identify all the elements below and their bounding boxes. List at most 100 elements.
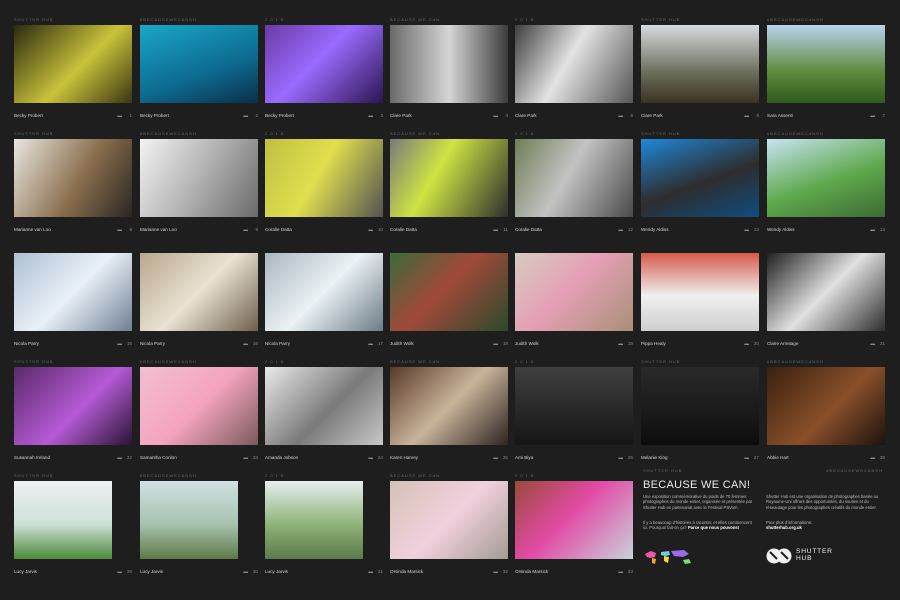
world-map-icon [645,550,691,564]
photo-card: #BECAUSEWECANSH Lucy Jarvis ▬ 30 [140,471,258,579]
photo-card-header-text: SHUTTER HUB [641,359,681,364]
photo-card-header: BECAUSE WE CAN [390,471,508,479]
photo-card-header: BECAUSE WE CAN [390,357,508,365]
photographer-name: Clare Park [390,113,412,118]
photo-card: Claire Armitage ▬ 21 [767,243,885,351]
photo-card-header: #BECAUSEWECANSH [767,129,885,137]
photo-image [390,481,508,559]
logo-line-1: SHUTTER [796,548,833,555]
photo-caption: Ami Biya ▬ 26 [515,455,633,463]
photo-card: 2 0 1 8 Orsinda Marsick ▬ 33 [515,471,633,579]
photo-card-header [140,243,258,251]
photographer-name: Abbie Hart [767,455,789,460]
photo-card-header: #BECAUSEWECANSH [140,15,258,23]
photo-image [641,253,759,331]
arrow-right-icon: ▬ [618,341,623,346]
arrow-right-icon: ▬ [618,227,623,232]
photo-caption: Becky Probert ▬ 1 [14,113,132,121]
photo-caption: Wendy Aldiss ▬ 13 [641,227,759,235]
photo-card-header: #BECAUSEWECANSH [767,357,885,365]
photo-image [641,139,759,217]
photo-caption: Nicola Parry ▬ 15 [14,341,132,349]
photo-card: #BECAUSEWECANSH Marianne van Loo ▬ 9 [140,129,258,237]
photo-card: Pippa Healy ▬ 20 [641,243,759,351]
photo-card-header: 2 0 1 8 [265,471,383,479]
photo-image [515,367,633,445]
photo-card-header: SHUTTER HUB [14,15,132,23]
photo-number: 21 [879,341,885,346]
photo-card: Nicola Parry ▬ 15 [14,243,132,351]
photo-number: 20 [753,341,759,346]
arrow-right-icon: ▬ [368,569,373,574]
photographer-name: Marianne van Loo [14,227,51,232]
photographer-name: Nicola Parry [14,341,40,346]
photo-image [515,139,633,217]
photo-card-header-text: 2 0 1 8 [265,359,285,364]
photo-card: Nicola Parry ▬ 16 [140,243,258,351]
photo-card-header: #BECAUSEWECANSH [140,357,258,365]
photo-card-header: 2 0 1 8 [515,471,633,479]
photo-image [767,25,885,103]
photo-card-header-text: 2 0 1 8 [515,359,535,364]
photo-card-header: SHUTTER HUB [641,15,759,23]
photographer-name: Lucy Jarvis [14,569,37,574]
photo-caption: Coralie Datta ▬ 12 [515,227,633,235]
photo-card: SHUTTER HUB Marianne van Loo ▬ 8 [14,129,132,237]
photographer-name: Nicola Parry [265,341,291,346]
photo-caption: Orsinda Marsick ▬ 33 [515,569,633,577]
photo-number: 24 [377,455,383,460]
photo-caption: Becky Probert ▬ 2 [140,113,258,121]
photo-number: 30 [252,569,258,574]
photo-caption: Nicola Parry ▬ 16 [140,341,258,349]
photo-card-header: BECAUSE WE CAN [390,129,508,137]
photo-caption: Samantha Conlon ▬ 23 [140,455,258,463]
info-paragraph-4-text: Pour plus d'informations: [766,520,812,525]
photo-number: 16 [252,341,258,346]
photo-card: 2 0 1 8 Lucy Jarvis ▬ 31 [265,471,383,579]
photo-card-header-text: BECAUSE WE CAN [390,473,441,478]
photo-image [14,481,112,559]
photo-card-header: SHUTTER HUB [14,357,132,365]
photo-image [140,253,258,331]
photo-number: 8 [129,227,132,232]
photo-card: 2 0 1 8 Becky Probert ▬ 3 [265,15,383,123]
photo-number: 28 [879,455,885,460]
photo-number: 11 [503,227,508,232]
photo-image [140,139,258,217]
photo-caption: Coralie Datta ▬ 10 [265,227,383,235]
photo-card: Judith Wolk ▬ 18 [390,243,508,351]
photo-card-header [767,243,885,251]
photographer-name: Judith Wolk [515,341,539,346]
photo-caption: Marianne van Loo ▬ 9 [140,227,258,235]
photo-card-header: 2 0 1 8 [515,129,633,137]
photo-number: 31 [377,569,383,574]
photo-number: 23 [252,455,258,460]
photo-caption: Amanda Jobson ▬ 24 [265,455,383,463]
photographer-name: Orsinda Marsick [390,569,424,574]
photo-card-header: 2 0 1 8 [265,129,383,137]
photo-image [265,253,383,331]
photographer-name: Lucy Jarvis [140,569,163,574]
photographer-name: Coralie Datta [390,227,417,232]
photo-card: Judith Wolk ▬ 19 [515,243,633,351]
photo-card-header: SHUTTER HUB [14,471,132,479]
photo-image [14,25,132,103]
photo-card: SHUTTER HUB Clare Park ▬ 6 [641,15,759,123]
photo-card-header-text: SHUTTER HUB [14,17,54,22]
arrow-right-icon: ▬ [618,455,623,460]
photo-card-header: #BECAUSEWECANSH [767,15,885,23]
photo-image [14,367,132,445]
photo-caption: Marianne van Loo ▬ 8 [14,227,132,235]
photographer-name: Becky Probert [265,113,294,118]
info-title: BECAUSE WE CAN! [643,479,751,491]
shutter-hub-logo-icon [766,548,792,564]
photo-card: SHUTTER HUB Becky Probert ▬ 1 [14,15,132,123]
photo-card: #BECAUSEWECANSH Samantha Conlon ▬ 23 [140,357,258,465]
arrow-right-icon: ▬ [368,341,373,346]
photo-card: 2 0 1 8 Coralie Datta ▬ 12 [515,129,633,237]
photo-card-header-text: #BECAUSEWECANSH [767,17,824,22]
info-header-left: SHUTTER HUB [643,468,683,473]
arrow-right-icon: ▬ [493,227,498,232]
photographer-name: Susannah Ireland [14,455,51,460]
photo-card: 2 0 1 8 Clare Park ▬ 5 [515,15,633,123]
